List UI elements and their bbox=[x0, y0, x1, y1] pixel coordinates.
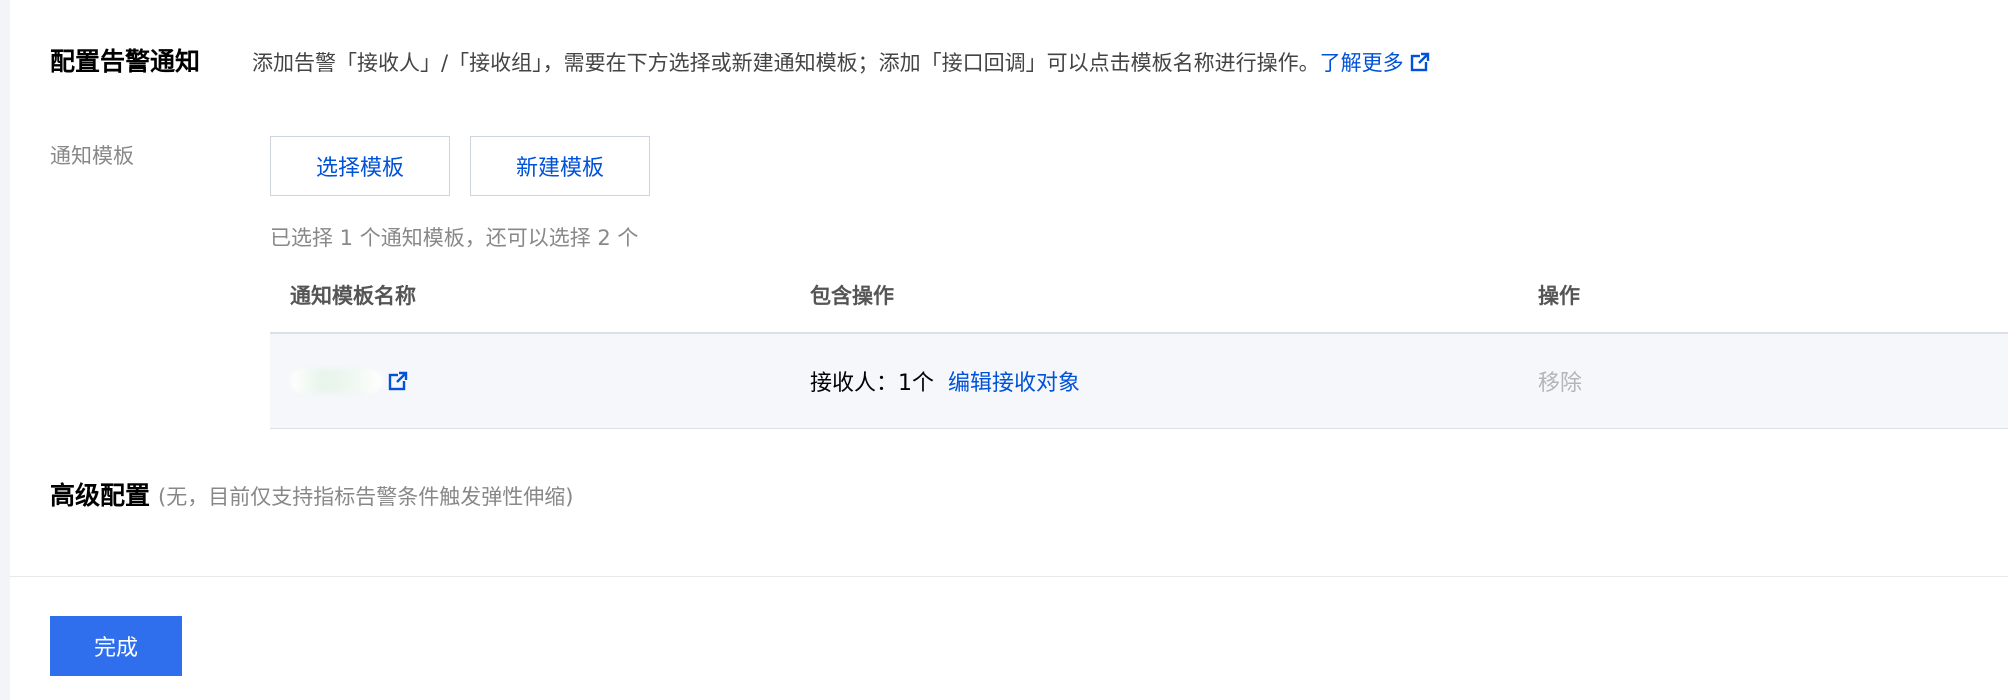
alert-config-page: 配置告警通知 添加告警「接收人」/「接收组」，需要在下方选择或新建通知模板；添加… bbox=[0, 0, 2008, 700]
selected-template-hint: 已选择 1 个通知模板，还可以选择 2 个 bbox=[270, 226, 639, 250]
create-template-button[interactable]: 新建模板 bbox=[470, 136, 650, 196]
included-actions-cell: 接收人：1个 编辑接收对象 bbox=[810, 334, 1080, 428]
left-edge-strip bbox=[0, 0, 10, 700]
table-header: 通知模板名称 包含操作 操作 bbox=[270, 266, 2008, 334]
footer-divider bbox=[10, 576, 2008, 577]
alert-notification-header: 配置告警通知 添加告警「接收人」/「接收组」，需要在下方选择或新建通知模板；添加… bbox=[50, 42, 1430, 78]
learn-more-link[interactable]: 了解更多 bbox=[1320, 47, 1430, 77]
section-title: 配置告警通知 bbox=[50, 47, 201, 76]
header-operations: 操作 bbox=[1538, 284, 1580, 308]
remove-template-button[interactable]: 移除 bbox=[1538, 365, 1582, 397]
receiver-count: 接收人：1个 bbox=[810, 371, 934, 396]
notification-template-table: 通知模板名称 包含操作 操作 接收人：1个 编辑接收对象 移除 bbox=[270, 266, 2008, 429]
notification-template-label: 通知模板 bbox=[50, 144, 134, 168]
external-link-icon bbox=[388, 371, 408, 391]
template-name-redacted bbox=[290, 369, 382, 393]
section-description: 添加告警「接收人」/「接收组」，需要在下方选择或新建通知模板；添加「接口回调」可… bbox=[252, 47, 1430, 77]
select-template-button[interactable]: 选择模板 bbox=[270, 136, 450, 196]
learn-more-label: 了解更多 bbox=[1319, 51, 1404, 75]
advanced-config-section: 高级配置 (无，目前仅支持指标告警条件触发弹性伸缩) bbox=[50, 476, 573, 512]
operations-cell: 移除 bbox=[1538, 334, 1582, 428]
edit-receivers-link[interactable]: 编辑接收对象 bbox=[948, 365, 1080, 397]
done-button[interactable]: 完成 bbox=[50, 616, 182, 676]
table-row: 接收人：1个 编辑接收对象 移除 bbox=[270, 334, 2008, 429]
header-template-name: 通知模板名称 bbox=[290, 284, 416, 308]
advanced-config-title: 高级配置 bbox=[50, 481, 151, 510]
external-link-icon bbox=[1410, 52, 1429, 72]
template-name-cell bbox=[290, 334, 408, 428]
header-included-actions: 包含操作 bbox=[810, 284, 894, 308]
section-description-text: 添加告警「接收人」/「接收组」，需要在下方选择或新建通知模板；添加「接口回调」可… bbox=[252, 51, 1320, 75]
advanced-config-note: (无，目前仅支持指标告警条件触发弹性伸缩) bbox=[158, 485, 574, 509]
template-name-link[interactable] bbox=[290, 369, 408, 393]
